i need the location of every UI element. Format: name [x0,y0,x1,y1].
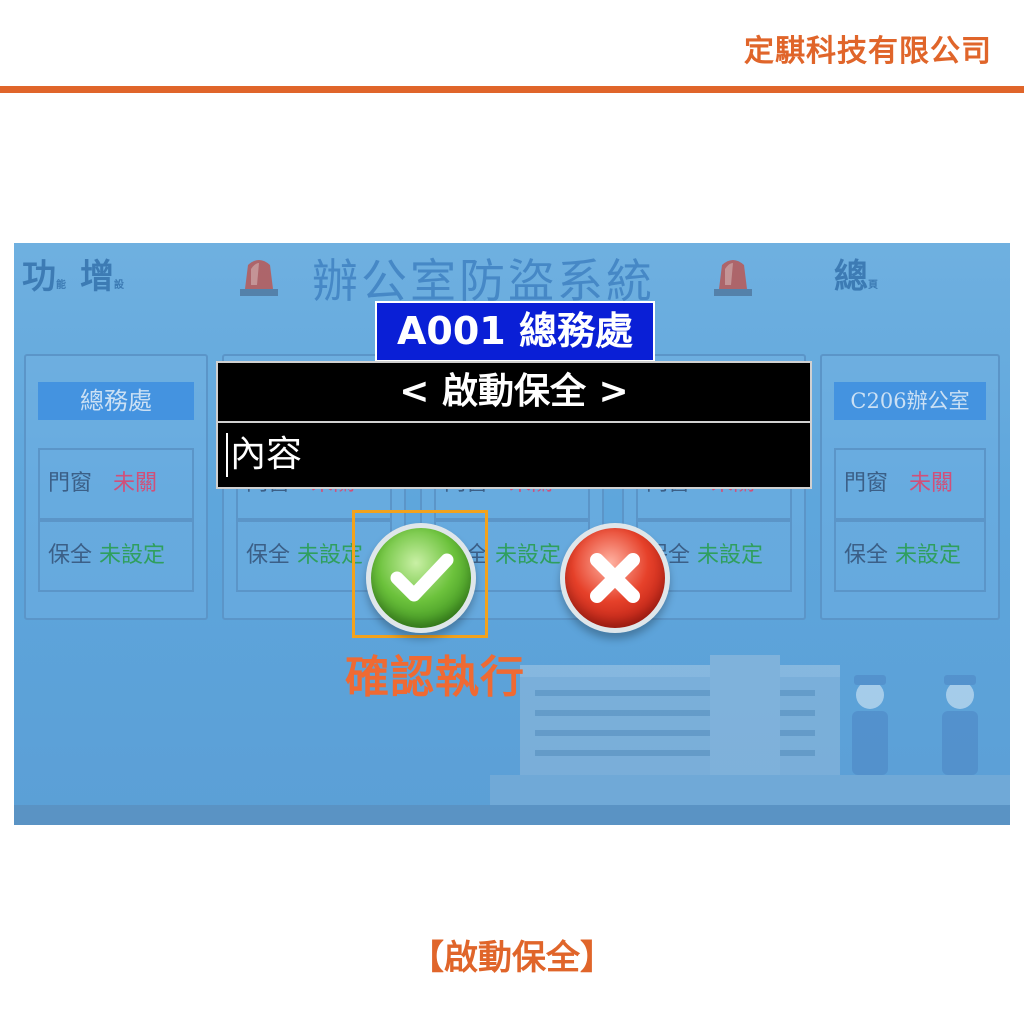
cancel-button[interactable] [560,523,670,633]
room-name: 總務處 [38,382,194,420]
room-name: C206辦公室 [834,382,986,420]
guard-label: 保全 [246,543,291,568]
func-label: 功 [22,257,56,297]
guard-status: 未設定 [99,543,166,568]
add-button[interactable]: 增設 [80,249,124,298]
arm-dialog: < 啟動保全 > 內容 [216,361,812,489]
door-label: 門窗 [48,471,93,496]
door-status-row: 門窗 未關 [38,448,194,520]
door-status-row: 門窗 未關 [834,448,986,520]
add-sub: 設 [114,280,124,291]
func-sub: 能 [56,280,66,291]
func-button[interactable]: 功能 [22,249,66,298]
siren-icon [240,260,278,296]
close-icon [590,553,640,603]
add-label: 增 [80,257,114,297]
check-icon [390,553,454,602]
room-header: A001 總務處 [375,301,655,362]
guard-status-row: 保全 未設定 [834,520,986,592]
total-sub: 頁 [868,280,878,291]
confirm-label: 確認執行 [345,652,525,703]
guard-status: 未設定 [697,543,764,568]
door-label: 門窗 [844,471,889,496]
guard-status: 未設定 [495,543,562,568]
door-status: 未關 [113,471,158,496]
content-input[interactable]: 內容 [226,427,802,483]
building-illustration [490,655,1010,805]
total-label: 總 [834,257,868,297]
app-screen: 功能 增設 總頁 辦公室防盜系統 總務處 門窗 未關 保全 未設定 門窗 未關 [14,243,1010,825]
dialog-title: < 啟動保全 > [218,363,810,423]
total-button[interactable]: 總頁 [834,249,878,298]
room-panel[interactable]: C206辦公室 門窗 未關 保全 未設定 [820,354,1000,620]
confirm-button[interactable] [366,523,476,633]
room-panel[interactable]: 總務處 門窗 未關 保全 未設定 [24,354,208,620]
guard-status: 未設定 [895,543,962,568]
company-name: 定騏科技有限公司 [744,34,992,69]
header-divider [0,86,1024,93]
siren-icon [714,260,752,296]
guard-label: 保全 [48,543,93,568]
door-status: 未關 [909,471,954,496]
guard-label: 保全 [844,543,889,568]
page-caption: 【啟動保全】 [410,938,614,978]
screen-footer-bar [14,805,1010,825]
guard-status-row: 保全 未設定 [38,520,194,592]
